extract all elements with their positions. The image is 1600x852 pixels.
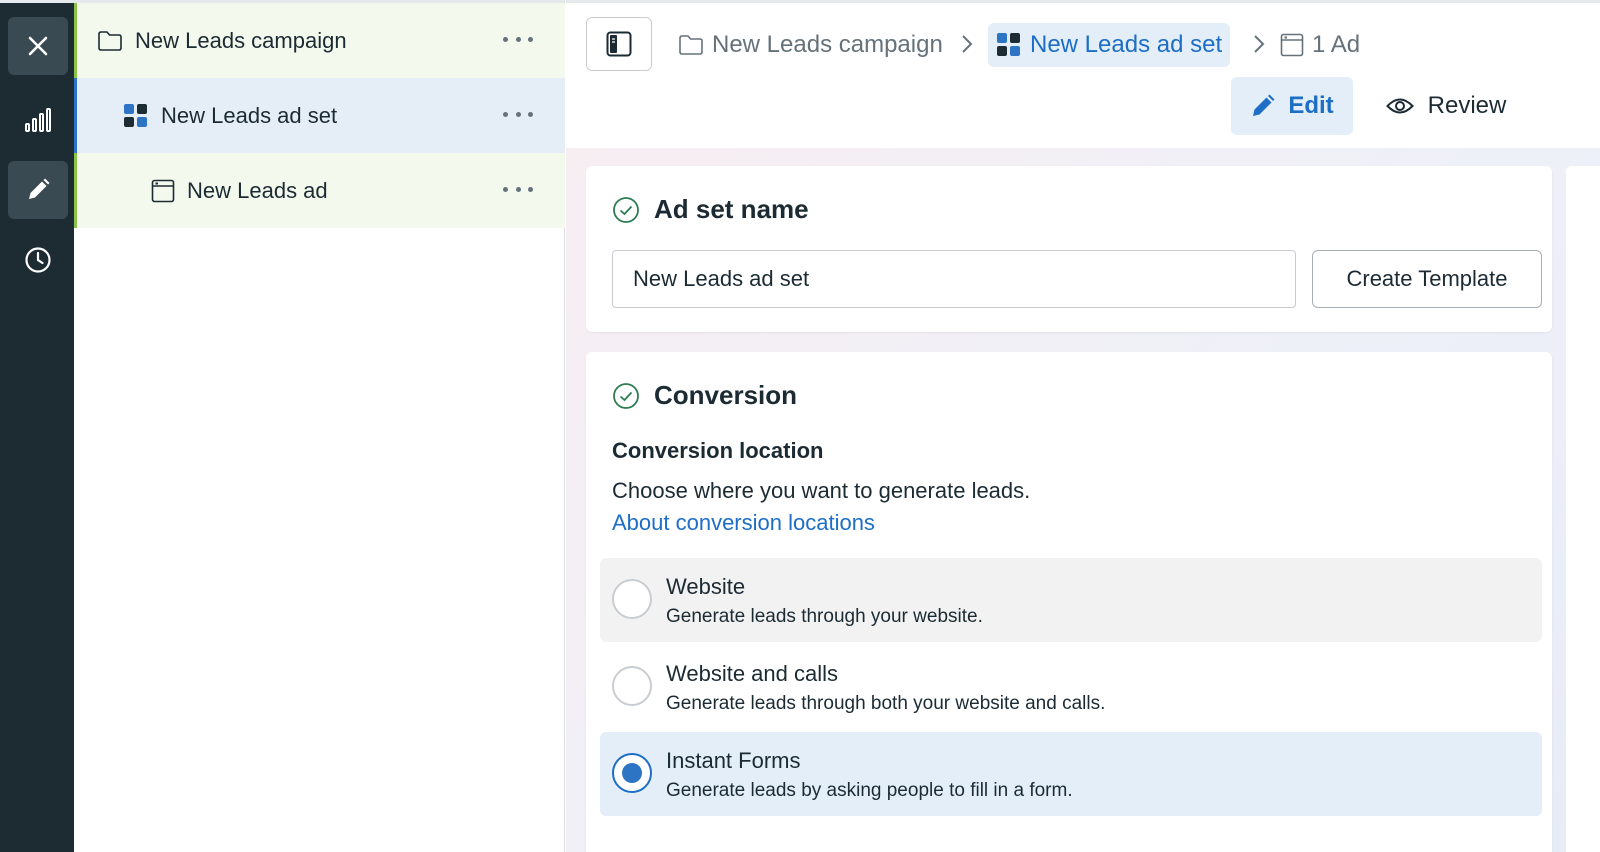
tree-item-ad[interactable]: New Leads ad bbox=[74, 153, 565, 228]
tree-item-adset[interactable]: New Leads ad set bbox=[74, 78, 565, 153]
tree-item-label: New Leads ad set bbox=[161, 102, 338, 128]
pencil-icon bbox=[1250, 93, 1276, 119]
pencil-icon bbox=[29, 178, 50, 199]
card-title-text: Ad set name bbox=[654, 194, 809, 224]
campaign-more-options-icon[interactable] bbox=[503, 29, 533, 49]
chevron-right-icon bbox=[960, 33, 974, 60]
adset-grid-icon bbox=[996, 32, 1022, 58]
clock-icon bbox=[25, 247, 51, 273]
conversion-option-instant-forms[interactable]: Instant Forms Generate leads by asking p… bbox=[600, 732, 1542, 816]
check-circle-icon bbox=[612, 382, 640, 410]
breadcrumb-adset-label: New Leads ad set bbox=[1030, 31, 1223, 58]
side-panel-edge bbox=[1566, 166, 1600, 852]
edit-button[interactable]: Edit bbox=[1231, 77, 1353, 135]
ad-more-options-icon[interactable] bbox=[503, 179, 533, 199]
option-description: Generate leads through both your website… bbox=[666, 693, 1106, 714]
tree-item-campaign[interactable]: New Leads campaign bbox=[74, 3, 565, 78]
conversion-location-heading: Conversion location bbox=[612, 438, 824, 463]
adset-name-input-value: New Leads ad set bbox=[633, 266, 810, 291]
campaign-tree-panel: New Leads campaign New Leads ad set New … bbox=[74, 0, 565, 852]
adset-name-input[interactable]: New Leads ad set bbox=[612, 250, 1296, 308]
reporting-button[interactable] bbox=[8, 91, 68, 149]
bar-chart-icon bbox=[25, 108, 51, 132]
edit-button-label: Edit bbox=[1288, 92, 1334, 119]
folder-icon bbox=[97, 30, 123, 52]
option-title: Website and calls bbox=[666, 661, 839, 686]
review-button[interactable]: Review bbox=[1376, 77, 1516, 135]
breadcrumb-ad-label: 1 Ad bbox=[1312, 31, 1361, 58]
breadcrumb-adset[interactable]: New Leads ad set bbox=[988, 23, 1231, 67]
history-button[interactable] bbox=[8, 231, 68, 289]
sidebar-toggle-icon bbox=[606, 31, 632, 57]
breadcrumb-ad[interactable]: 1 Ad bbox=[1280, 23, 1360, 67]
website-radio[interactable] bbox=[612, 579, 652, 619]
editor-header: New Leads campaign New Leads ad set 1 Ad bbox=[566, 0, 1600, 148]
breadcrumb-campaign-label: New Leads campaign bbox=[712, 31, 943, 58]
card-title-text: Conversion bbox=[654, 380, 798, 410]
breadcrumb-campaign[interactable]: New Leads campaign bbox=[678, 23, 943, 67]
website-and-calls-radio[interactable] bbox=[612, 666, 652, 706]
instant-forms-radio[interactable] bbox=[612, 753, 652, 793]
close-button[interactable] bbox=[8, 17, 68, 75]
close-icon bbox=[28, 36, 48, 56]
create-template-button[interactable]: Create Template bbox=[1312, 250, 1542, 308]
adset-name-card: Ad set name New Leads ad set Create Temp… bbox=[586, 166, 1552, 332]
conversion-location-description: Choose where you want to generate leads. bbox=[612, 478, 1031, 503]
adset-more-options-icon[interactable] bbox=[503, 104, 533, 124]
conversion-option-website-and-calls[interactable]: Website and calls Generate leads through… bbox=[600, 645, 1542, 729]
folder-icon bbox=[678, 34, 704, 56]
option-description: Generate leads through your website. bbox=[666, 606, 983, 627]
conversion-option-website[interactable]: Website Generate leads through your webs… bbox=[600, 558, 1542, 642]
tree-item-label: New Leads ad bbox=[187, 177, 328, 203]
about-conversion-locations-link[interactable]: About conversion locations bbox=[612, 510, 875, 536]
ad-window-icon bbox=[1280, 33, 1304, 57]
option-title: Website bbox=[666, 574, 746, 599]
conversion-title: Conversion bbox=[612, 380, 797, 411]
left-rail bbox=[0, 0, 74, 852]
eye-icon bbox=[1385, 96, 1414, 116]
option-title: Instant Forms bbox=[666, 748, 801, 773]
chevron-right-icon bbox=[1252, 33, 1266, 60]
edit-mode-button[interactable] bbox=[8, 161, 68, 219]
review-button-label: Review bbox=[1427, 92, 1507, 119]
option-description: Generate leads by asking people to fill … bbox=[666, 780, 1073, 801]
adset-name-title: Ad set name bbox=[612, 194, 809, 225]
ad-window-icon bbox=[151, 179, 175, 203]
check-circle-icon bbox=[612, 196, 640, 224]
tree-item-label: New Leads campaign bbox=[135, 27, 347, 53]
conversion-card: Conversion Conversion location Choose wh… bbox=[586, 352, 1552, 852]
main-content: Ad set name New Leads ad set Create Temp… bbox=[566, 148, 1600, 852]
toggle-panel-button[interactable] bbox=[586, 17, 652, 71]
adset-grid-icon bbox=[123, 103, 149, 129]
